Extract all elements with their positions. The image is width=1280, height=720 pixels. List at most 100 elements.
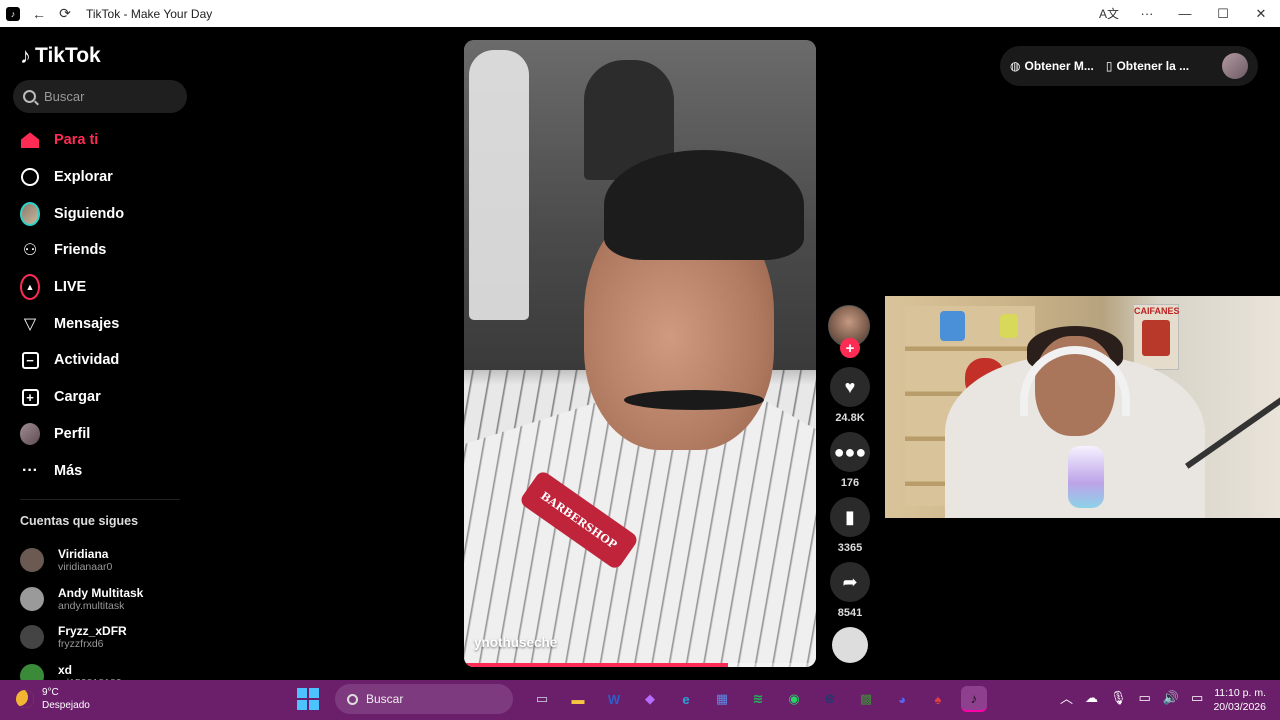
sidebar: ♪ TikTok Para ti Explorar Siguiendo ⚇ Fr…	[0, 27, 200, 680]
following-item[interactable]: Andy Multitask andy.multitask	[20, 580, 143, 619]
chevron-up-icon[interactable]: ︿	[1060, 688, 1073, 707]
menu-item-live[interactable]: ▲ LIVE	[0, 269, 200, 306]
edge-icon[interactable]: e	[673, 686, 699, 712]
search-icon	[23, 90, 36, 103]
menu-item-mensajes[interactable]: ▽ Mensajes	[0, 305, 200, 342]
webcam-microphone	[1068, 446, 1104, 508]
video-progress-bar[interactable]	[464, 663, 816, 667]
get-coins-button[interactable]: ◍ Obtener M...	[1010, 59, 1094, 73]
following-list: Viridiana viridianaar0 Andy Multitask an…	[20, 541, 143, 680]
account-handle: andy.multitask	[58, 599, 125, 612]
get-app-button[interactable]: ▯ Obtener la ...	[1106, 59, 1189, 73]
video-player[interactable]: BARBERSHOP ynothuseche	[464, 40, 816, 667]
tiktok-logo[interactable]: ♪ TikTok	[20, 43, 101, 69]
copilot-icon[interactable]: ◆	[637, 686, 663, 712]
app-icon[interactable]: ⊛	[817, 686, 843, 712]
microphone-icon[interactable]: 🎙	[1110, 690, 1127, 706]
get-app-label: Obtener la ...	[1116, 59, 1190, 73]
sidebar-divider	[20, 499, 180, 500]
close-button[interactable]: ✕	[1242, 6, 1280, 22]
discord-icon[interactable]: ◕	[889, 686, 915, 712]
reload-icon[interactable]: ⟳	[52, 5, 78, 22]
send-icon: ▽	[23, 315, 37, 333]
friends-icon: ⚇	[22, 242, 38, 260]
menu-label: Actividad	[54, 352, 120, 369]
menu-item-cargar[interactable]: + Cargar	[0, 379, 200, 416]
webcam-poster: CAIFANES	[1133, 304, 1180, 370]
menu-label: LIVE	[54, 279, 87, 296]
profile-avatar[interactable]	[1222, 53, 1248, 79]
poster-text: CAIFANES	[1134, 306, 1180, 316]
clock-date: 20/03/2026	[1213, 701, 1266, 714]
account-name: Fryzz_xDFR	[58, 624, 127, 639]
menu-item-mas[interactable]: ··· Más	[0, 452, 200, 489]
maximize-button[interactable]: ☐	[1204, 6, 1242, 22]
minecraft-icon[interactable]: ▩	[853, 686, 879, 712]
menu-item-friends[interactable]: ⚇ Friends	[0, 232, 200, 269]
cloud-icon[interactable]: ☁	[1085, 690, 1098, 706]
minimize-button[interactable]: —	[1166, 6, 1204, 21]
taskbar-search[interactable]: Buscar	[335, 684, 513, 714]
word-icon[interactable]: W	[601, 686, 627, 712]
menu-item-siguiendo[interactable]: Siguiendo	[0, 195, 200, 232]
weather-widget[interactable]: 9°C Despejado	[16, 686, 90, 712]
menu-item-actividad[interactable]: − Actividad	[0, 342, 200, 379]
share-count: 8541	[837, 607, 863, 619]
task-view-icon[interactable]: ▭	[529, 686, 555, 712]
logo-text: TikTok	[35, 44, 101, 67]
taskbar-clock[interactable]: 11:10 p. m. 20/03/2026	[1208, 686, 1266, 714]
more-menu-button[interactable]: ···	[1128, 6, 1166, 21]
game-icon[interactable]: ♠	[925, 686, 951, 712]
taskbar-apps: Buscar ▭ ▬ W ◆ e ▦ ≋ ◉ ⊛ ▩ ◕ ♠ ♪	[297, 684, 987, 714]
menu-label: Explorar	[54, 169, 113, 186]
webcam-overlay: CAIFANES	[885, 296, 1280, 518]
main-menu: Para ti Explorar Siguiendo ⚇ Friends ▲ L…	[0, 122, 200, 489]
video-author-username[interactable]: ynothuseche	[474, 635, 557, 650]
menu-item-perfil[interactable]: Perfil	[0, 416, 200, 453]
upload-icon: +	[21, 388, 39, 406]
like-button[interactable]: ♥	[830, 367, 870, 407]
volume-icon[interactable]: 🔊	[1163, 690, 1179, 706]
translate-icon[interactable]: A文	[1090, 5, 1128, 22]
menu-item-explorar[interactable]: Explorar	[0, 159, 200, 196]
more-icon: ···	[22, 461, 38, 479]
display-icon[interactable]: ▭	[1139, 690, 1151, 706]
video-hair	[604, 150, 804, 260]
whatsapp-icon[interactable]: ◉	[781, 686, 807, 712]
following-item[interactable]: Viridiana viridianaar0	[20, 541, 143, 580]
avatar	[20, 548, 44, 573]
save-button[interactable]: ▮	[830, 497, 870, 537]
top-actions-bar: ◍ Obtener M... ▯ Obtener la ...	[1000, 46, 1258, 86]
store-icon[interactable]: ▦	[709, 686, 735, 712]
following-item[interactable]: Fryzz_xDFR fryzzfrxd6	[20, 618, 143, 657]
share-button[interactable]: ➦	[830, 562, 870, 602]
follow-plus-button[interactable]: +	[840, 338, 860, 358]
windows-taskbar: 9°C Despejado Buscar ▭ ▬ W ◆ e ▦ ≋ ◉ ⊛ ▩ ◕ ♠ ♪ ︿ ☁ 🎙…	[0, 680, 1280, 720]
battery-icon[interactable]: ▭	[1191, 690, 1203, 706]
tiktok-app-icon: ♪	[6, 6, 20, 21]
search-box[interactable]	[13, 80, 187, 113]
creator-avatar[interactable]: +	[828, 305, 870, 358]
activity-icon: −	[21, 351, 39, 369]
back-arrow-icon[interactable]: ←	[26, 6, 52, 22]
following-avatar-icon	[20, 201, 40, 226]
windows-start-icon[interactable]	[297, 688, 319, 710]
moon-icon	[16, 690, 34, 708]
taskbar-search-label: Buscar	[366, 692, 404, 706]
account-handle: fryzzfrxd6	[58, 638, 104, 651]
menu-label: Perfil	[54, 425, 91, 442]
following-accounts-title: Cuentas que sigues	[20, 514, 139, 528]
menu-label: Friends	[54, 242, 107, 259]
search-input[interactable]	[44, 89, 174, 104]
menu-item-para-ti[interactable]: Para ti	[0, 122, 200, 159]
music-disc[interactable]	[832, 627, 868, 663]
comment-button[interactable]: ●●●	[830, 432, 870, 472]
get-coins-label: Obtener M...	[1024, 59, 1094, 73]
tiktok-icon[interactable]: ♪	[961, 686, 987, 712]
search-icon	[347, 693, 358, 705]
video-background-person	[469, 50, 529, 320]
following-item[interactable]: xd xd152818182	[20, 657, 143, 680]
spotify-icon[interactable]: ≋	[745, 686, 771, 712]
file-explorer-icon[interactable]: ▬	[565, 686, 591, 712]
account-handle: viridianaar0	[58, 561, 113, 574]
